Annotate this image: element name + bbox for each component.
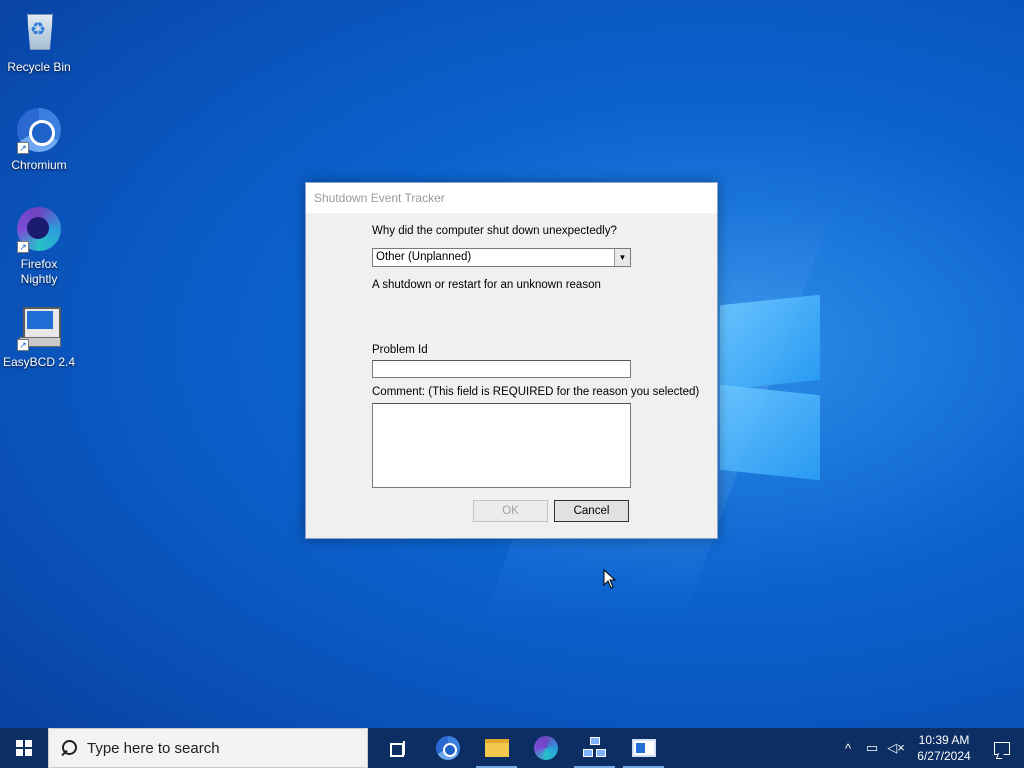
- taskbar-clock[interactable]: 10:39 AM 6/27/2024: [908, 732, 980, 764]
- shortcut-arrow-icon: ↗: [17, 241, 29, 253]
- action-center-button[interactable]: [980, 728, 1024, 768]
- taskbar-task-view[interactable]: [374, 728, 423, 768]
- start-button[interactable]: [0, 728, 48, 768]
- firefox-icon: [533, 736, 558, 760]
- taskbar-shutdown-tracker-app[interactable]: [619, 728, 668, 768]
- taskbar-file-explorer[interactable]: [472, 728, 521, 768]
- desktop-icon-label: EasyBCD 2.4: [2, 355, 76, 369]
- chromium-icon: [435, 736, 460, 760]
- folder-icon: [484, 739, 509, 757]
- desktop-icon-label: Recycle Bin: [7, 60, 71, 74]
- desktop-icon-label: Firefox Nightly: [20, 257, 58, 286]
- chevron-up-icon[interactable]: ^: [836, 728, 860, 768]
- firefox-nightly-icon: ↗: [15, 205, 63, 253]
- desktop-icon-label: Chromium: [11, 158, 67, 172]
- network-icon: [582, 737, 607, 759]
- network-status-icon[interactable]: ▭: [860, 728, 884, 768]
- easybcd-icon: ↗: [15, 303, 63, 351]
- shutdown-reason-dropdown[interactable]: Other (Unplanned) ▼: [372, 248, 631, 267]
- task-view-icon: [389, 741, 408, 757]
- comment-label: Comment: (This field is REQUIRED for the…: [372, 386, 700, 398]
- volume-muted-icon[interactable]: ◁×: [884, 728, 908, 768]
- problem-id-input[interactable]: [372, 360, 631, 378]
- desktop-icon-firefox-nightly[interactable]: ↗ Firefox Nightly: [1, 205, 77, 287]
- chromium-icon: ↗: [15, 106, 63, 154]
- shutdown-event-tracker-dialog: Shutdown Event Tracker Why did the compu…: [305, 182, 718, 539]
- reason-description: A shutdown or restart for an unknown rea…: [372, 279, 601, 291]
- shutdown-reason-value: Other (Unplanned): [376, 251, 472, 263]
- shortcut-arrow-icon: ↗: [17, 142, 29, 154]
- search-icon: [61, 740, 77, 756]
- window-app-icon: [631, 739, 656, 757]
- problem-id-label: Problem Id: [372, 344, 428, 356]
- taskbar-search-box[interactable]: Type here to search: [48, 728, 368, 768]
- taskbar: Type here to search ^ ▭ ◁× 10:39 AM 6/27…: [0, 728, 1024, 768]
- search-placeholder: Type here to search: [87, 739, 220, 757]
- desktop-icon-chromium[interactable]: ↗ Chromium: [1, 106, 77, 173]
- taskbar-network-app[interactable]: [570, 728, 619, 768]
- shutdown-question-label: Why did the computer shut down unexpecte…: [372, 225, 617, 237]
- cancel-button[interactable]: Cancel: [554, 500, 629, 522]
- chevron-down-icon[interactable]: ▼: [614, 249, 630, 266]
- wallpaper-windows-logo: [700, 290, 825, 481]
- taskbar-firefox-nightly[interactable]: [521, 728, 570, 768]
- notification-icon: [994, 741, 1010, 755]
- recycle-bin-icon: [15, 8, 63, 56]
- taskbar-chromium[interactable]: [423, 728, 472, 768]
- ok-button[interactable]: OK: [473, 500, 548, 522]
- dialog-title: Shutdown Event Tracker: [314, 191, 445, 205]
- clock-time: 10:39 AM: [918, 733, 970, 747]
- shortcut-arrow-icon: ↗: [17, 339, 29, 351]
- mouse-cursor-icon: [603, 569, 617, 589]
- windows-start-icon: [16, 740, 32, 756]
- dialog-titlebar[interactable]: Shutdown Event Tracker: [306, 183, 717, 213]
- clock-date: 6/27/2024: [917, 749, 971, 763]
- desktop-icon-recycle-bin[interactable]: Recycle Bin: [1, 8, 77, 75]
- desktop-icon-easybcd[interactable]: ↗ EasyBCD 2.4: [1, 303, 77, 370]
- system-tray: ^ ▭ ◁× 10:39 AM 6/27/2024: [836, 728, 1024, 768]
- comment-textarea[interactable]: [372, 403, 631, 488]
